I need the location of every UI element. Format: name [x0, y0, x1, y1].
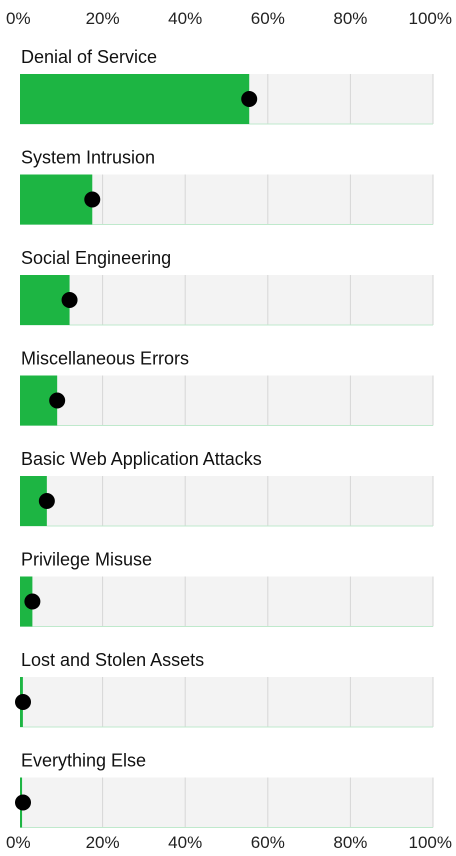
bar-track — [20, 275, 433, 325]
category-label: Privilege Misuse — [21, 550, 152, 570]
category-label: System Intrusion — [21, 148, 155, 168]
value-dot — [84, 191, 101, 208]
bar-track — [20, 375, 433, 426]
top-tick-label: 100% — [409, 9, 452, 28]
category-label: Basic Web Application Attacks — [21, 449, 262, 469]
category-label: Everything Else — [21, 751, 146, 771]
category-label: Miscellaneous Errors — [21, 349, 189, 369]
category-label: Social Engineering — [21, 248, 171, 268]
bar — [20, 74, 250, 124]
bar-track — [20, 576, 433, 627]
value-dot — [24, 593, 41, 610]
bottom-tick-label: 60% — [251, 833, 285, 852]
value-dot — [61, 292, 78, 308]
top-tick-label: 40% — [168, 9, 202, 28]
value-dot — [15, 794, 31, 811]
value-dot — [241, 91, 258, 107]
top-tick-label: 60% — [251, 9, 285, 28]
top-tick-label: 80% — [333, 9, 367, 28]
bar — [20, 174, 93, 225]
chart: 0% 20% 40% 60% 80% 100% 0% 20% 40% 60% 80% 100% Deni… — [6, 9, 452, 852]
top-tick-label: 20% — [86, 9, 120, 28]
bottom-tick-label: 100% — [409, 833, 452, 852]
bar-track — [20, 677, 433, 727]
value-dot — [15, 694, 31, 710]
bar-track — [20, 777, 433, 828]
bottom-tick-label: 20% — [86, 833, 120, 852]
bottom-tick-label: 40% — [168, 833, 202, 852]
bottom-tick-label: 0% — [6, 833, 31, 852]
bottom-tick-label: 80% — [333, 833, 367, 852]
value-dot — [49, 392, 66, 409]
category-label: Denial of Service — [21, 47, 157, 67]
bar-track — [20, 476, 433, 526]
value-dot — [38, 493, 55, 509]
category-label: Lost and Stolen Assets — [21, 650, 204, 670]
top-tick-label: 0% — [6, 9, 31, 28]
